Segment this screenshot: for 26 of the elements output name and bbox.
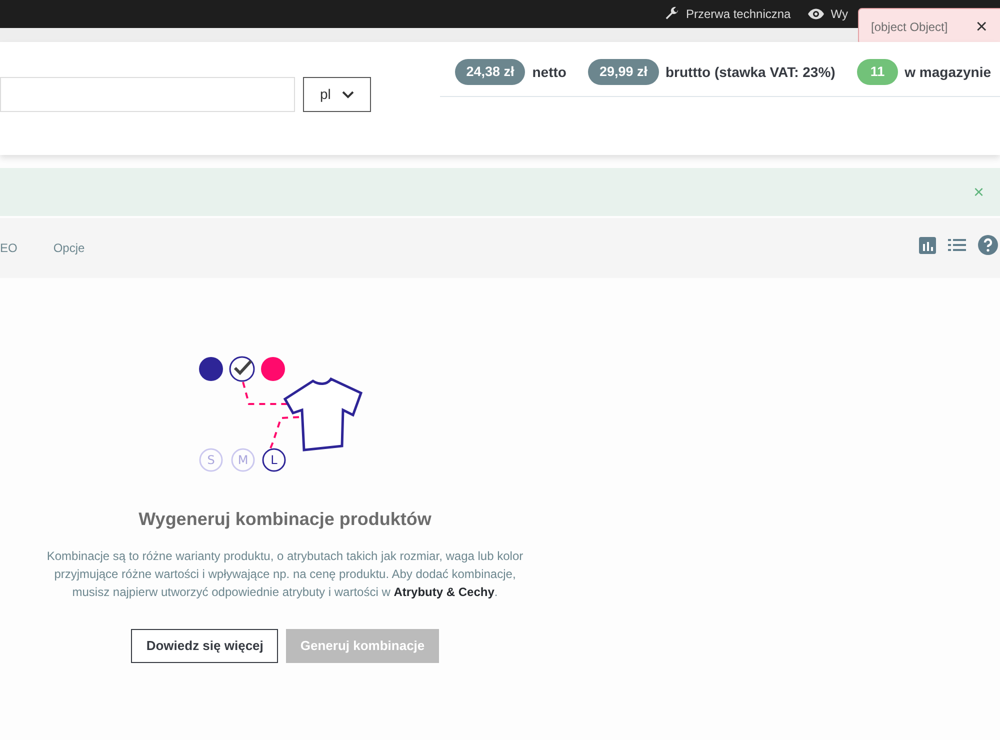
empty-state-description: Kombinacje są to różne warianty produktu, o atrybutach takich jak rozmiar, waga lub kolor przyjmujące różne wartości i wpływające np. na cenę produktu. Aby dodać kombinacje, musisz najpierw utworzyć odpowiednie atrybuty i wartości w Atrybuty & Cechy. [46, 548, 524, 601]
bar-chart-icon[interactable] [919, 236, 936, 254]
top-bar-link[interactable]: Przerwa techniczna [686, 5, 791, 23]
chevron-down-icon [342, 90, 354, 98]
name-field[interactable] [0, 77, 295, 112]
price-label: w magazynie [904, 62, 991, 82]
price-badge: 24,38 zł [455, 59, 526, 85]
size-label: M [238, 453, 248, 467]
top-bar-link[interactable]: Wy [830, 5, 848, 23]
close-button[interactable]: × [976, 16, 988, 36]
size-label: S [207, 453, 215, 467]
price-badge: 29,99 zł [588, 59, 658, 85]
empty-state-title: Wygeneruj kombinacje produktów [138, 508, 432, 531]
tab[interactable]: EO [0, 239, 18, 257]
wrench-icon [664, 6, 680, 22]
learn-more-button[interactable]: Dowiedz się więcej [131, 629, 278, 663]
list-icon[interactable] [948, 238, 966, 252]
language-select[interactable]: pl [303, 77, 371, 112]
price-label: netto [532, 62, 566, 82]
price-label: bruttto (stawka VAT: 23%) [666, 62, 836, 82]
size-label: L [270, 453, 278, 467]
toast-message: [object Object] [871, 18, 948, 36]
tab[interactable]: Opcje [53, 239, 85, 257]
eye-icon [806, 8, 825, 20]
help-icon[interactable] [978, 235, 998, 255]
stock-badge: 11 [857, 59, 898, 85]
